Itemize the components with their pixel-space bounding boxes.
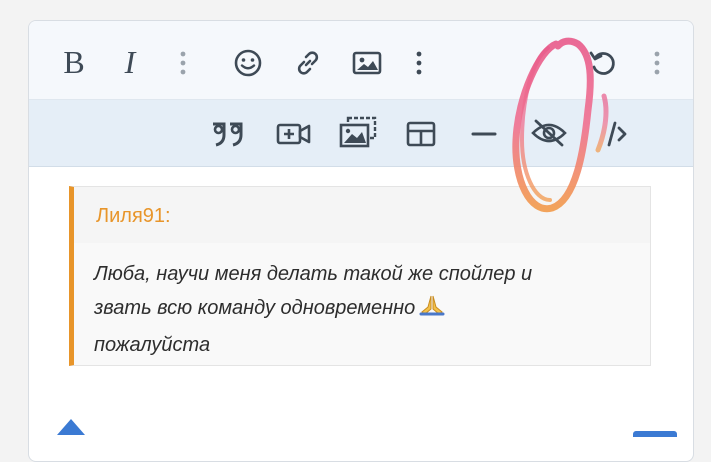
gallery-icon[interactable]: [337, 114, 379, 150]
more-vertical-icon[interactable]: [175, 49, 191, 77]
editor-toolbar-secondary: [29, 100, 693, 167]
editor-frame: B I Лиля91: Люба, научи меня делать тако…: [28, 20, 694, 462]
table-icon[interactable]: [403, 118, 439, 150]
more-vertical-icon[interactable]: [649, 49, 665, 77]
eye-off-icon[interactable]: [529, 116, 569, 150]
bold-button[interactable]: B: [59, 45, 89, 79]
scroll-up-marker: [57, 419, 85, 435]
quote-text: Люба, научи меня делать такой же спойлер…: [74, 243, 650, 365]
quote-block: Лиля91: Люба, научи меня делать такой же…: [69, 186, 651, 366]
praying-hands-icon: [419, 293, 445, 328]
editor-toolbar-primary: B I: [29, 21, 693, 100]
quote-line: пожалуйста: [94, 334, 211, 356]
link-icon[interactable]: [291, 47, 325, 79]
undo-icon[interactable]: [585, 47, 619, 79]
smiley-icon[interactable]: [231, 47, 265, 79]
horizontal-rule-icon[interactable]: [467, 118, 501, 150]
send-button-edge[interactable]: [633, 431, 677, 437]
italic-button[interactable]: I: [117, 45, 143, 79]
quote-author: Лиля91:: [96, 205, 171, 227]
code-icon[interactable]: [595, 118, 631, 150]
image-icon[interactable]: [349, 47, 385, 79]
more-vertical-icon[interactable]: [411, 49, 427, 77]
video-add-icon[interactable]: [275, 118, 313, 150]
quote-icon[interactable]: [209, 118, 247, 150]
quote-line: звать всю команду одновременно: [94, 291, 632, 328]
quote-line: Люба, научи меня делать такой же спойлер…: [94, 263, 533, 285]
quote-line-text: звать всю команду одновременно: [94, 297, 416, 319]
